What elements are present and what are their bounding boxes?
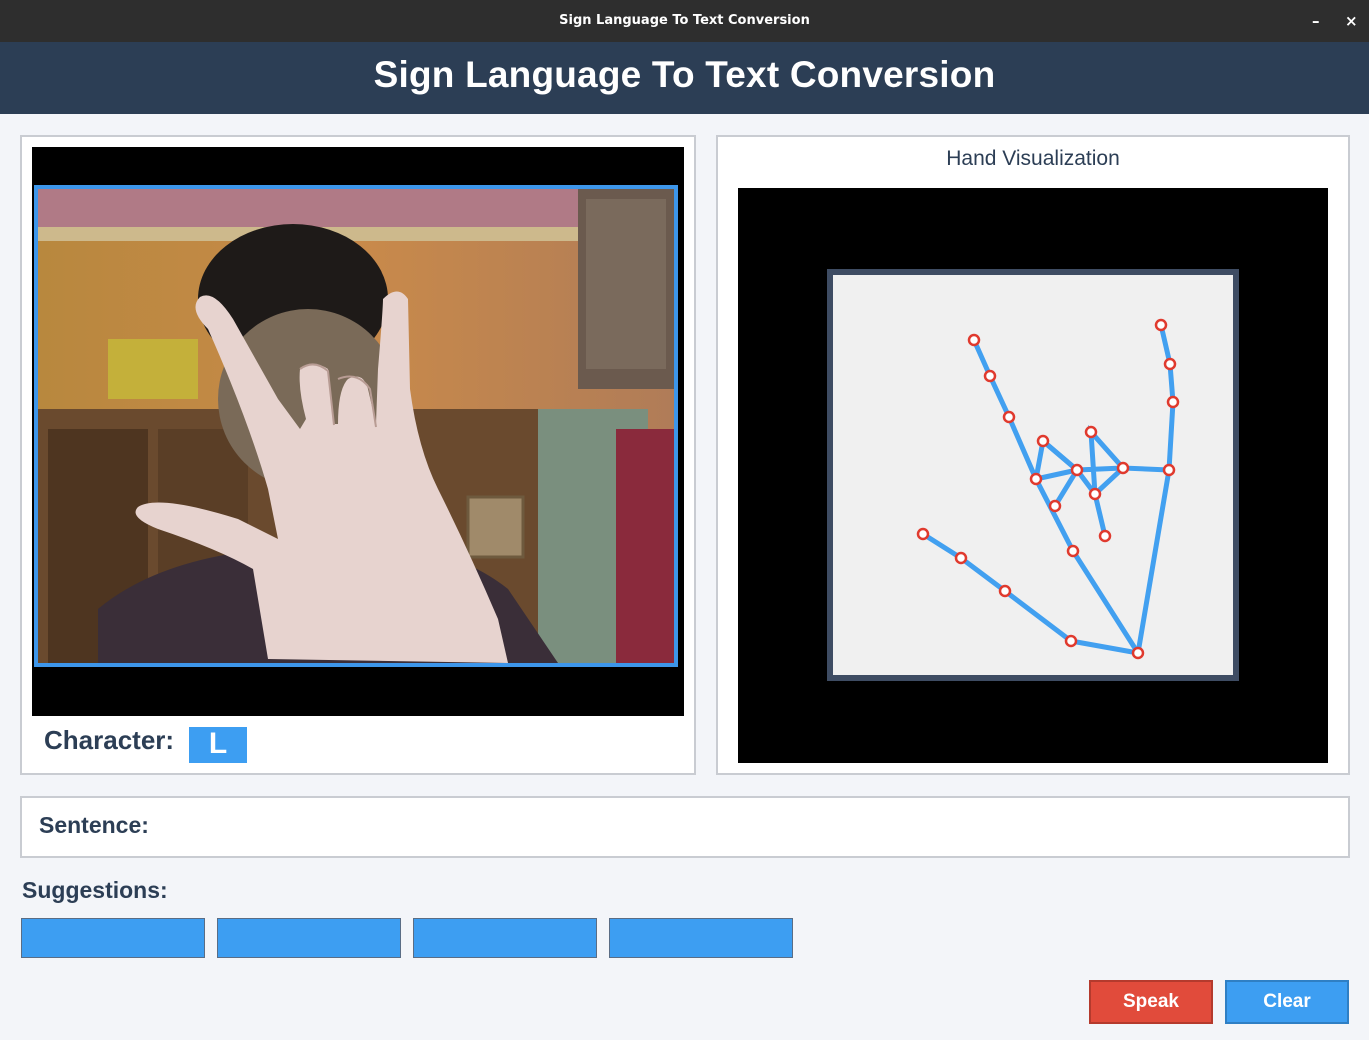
- hand-visualization-panel: Hand Visualization: [716, 135, 1350, 775]
- suggestion-button-1[interactable]: [21, 918, 205, 958]
- suggestion-button-4[interactable]: [609, 918, 793, 958]
- page-title: Sign Language To Text Conversion: [373, 54, 996, 95]
- window-titlebar: Sign Language To Text Conversion – ×: [0, 0, 1369, 42]
- camera-panel: Character: L: [20, 135, 696, 775]
- camera-image: [38, 189, 674, 663]
- camera-feed: [32, 147, 684, 716]
- suggestions-label: Suggestions:: [22, 877, 168, 903]
- clear-button[interactable]: Clear: [1225, 980, 1349, 1024]
- sentence-panel: Sentence:: [20, 796, 1350, 858]
- close-icon[interactable]: ×: [1345, 12, 1358, 30]
- app-header: Sign Language To Text Conversion: [0, 42, 1369, 114]
- window-title: Sign Language To Text Conversion: [559, 13, 810, 28]
- sentence-label: Sentence:: [39, 812, 149, 838]
- suggestion-button-3[interactable]: [413, 918, 597, 958]
- speak-button[interactable]: Speak: [1089, 980, 1213, 1024]
- visualization-canvas: [738, 188, 1328, 763]
- suggestion-button-2[interactable]: [217, 918, 401, 958]
- minimize-icon[interactable]: –: [1312, 12, 1320, 30]
- visualization-title: Hand Visualization: [946, 147, 1120, 170]
- hand-skeleton: [827, 269, 1239, 681]
- character-label: Character:: [44, 725, 175, 755]
- character-value: L: [189, 727, 247, 763]
- camera-frame: [34, 185, 678, 667]
